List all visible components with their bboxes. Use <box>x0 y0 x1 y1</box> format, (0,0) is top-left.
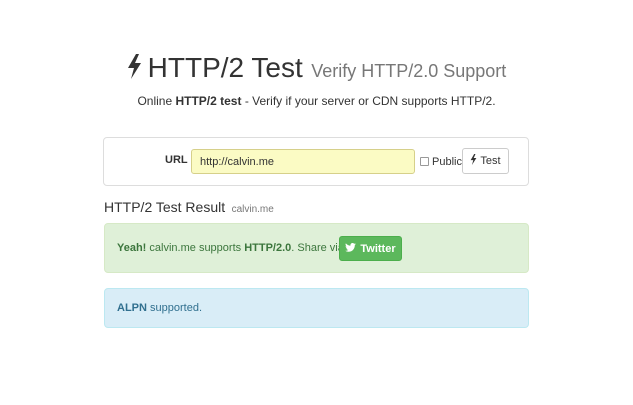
result-title: HTTP/2 Test Result <box>104 199 226 215</box>
url-input[interactable] <box>191 149 415 174</box>
tagline-suffix: - Verify if your server or CDN supports … <box>244 94 496 108</box>
success-message: Yeah! calvin.me supports HTTP/2.0. Share… <box>117 242 347 254</box>
twitter-button-label: Twitter <box>360 242 396 255</box>
info-message: ALPN supported. <box>117 302 202 314</box>
page-subtitle: Verify HTTP/2.0 Support <box>311 61 507 81</box>
bolt-icon <box>470 154 477 168</box>
page: HTTP/2 Test Verify HTTP/2.0 Support Onli… <box>0 0 633 405</box>
info-text-suffix: supported. <box>150 302 202 314</box>
url-form-panel: URL Public Test <box>103 137 529 186</box>
success-protocol: HTTP/2.0 <box>244 242 292 254</box>
info-alert: ALPN supported. <box>104 288 529 328</box>
tagline-bold: HTTP/2 test <box>175 94 242 108</box>
test-button[interactable]: Test <box>462 148 509 174</box>
page-header: HTTP/2 Test Verify HTTP/2.0 Support <box>0 52 633 84</box>
tagline-prefix: Online <box>137 94 173 108</box>
public-label[interactable]: Public <box>432 156 462 168</box>
twitter-icon <box>345 242 357 255</box>
test-button-label: Test <box>480 155 501 167</box>
success-alert: Yeah! calvin.me supports HTTP/2.0. Share… <box>104 223 529 273</box>
tagline: Online HTTP/2 test - Verify if your serv… <box>0 94 633 108</box>
twitter-share-button[interactable]: Twitter <box>339 236 402 261</box>
result-host: calvin.me <box>231 204 274 215</box>
info-bold: ALPN <box>117 302 147 314</box>
success-text-middle: calvin.me supports <box>149 242 242 254</box>
result-heading: HTTP/2 Test Result calvin.me <box>104 199 274 217</box>
public-checkbox[interactable] <box>420 157 429 166</box>
url-label: URL <box>165 154 188 166</box>
page-title: HTTP/2 Test <box>147 52 303 83</box>
success-bold-prefix: Yeah! <box>117 242 147 254</box>
bolt-icon <box>127 54 142 84</box>
